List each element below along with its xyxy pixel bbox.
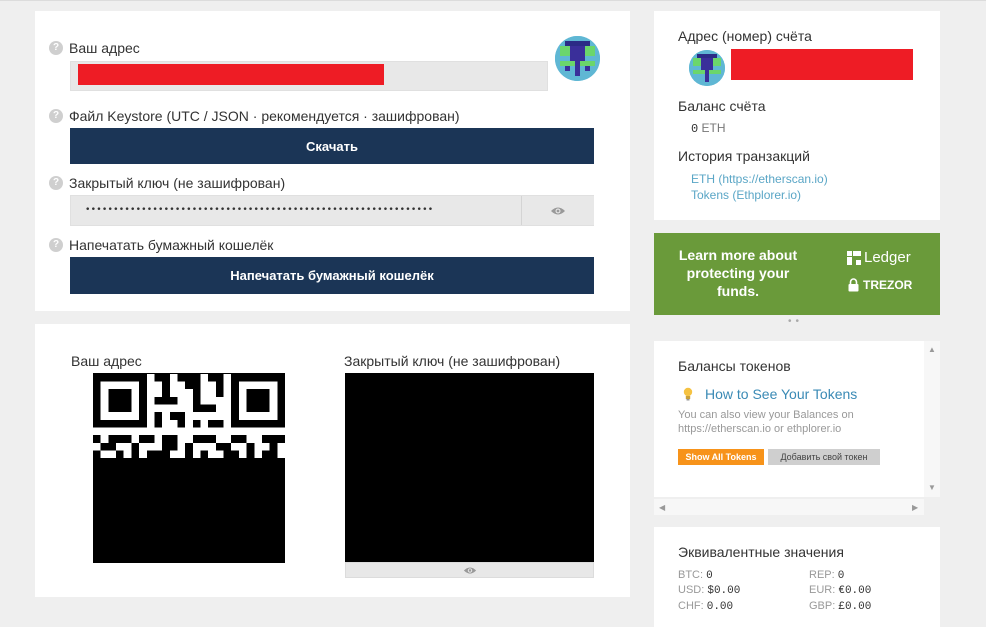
history-tokens-link[interactable]: Tokens (Ethplorer.io) [691, 188, 801, 202]
balance-value-row: 0 ETH [691, 121, 726, 136]
equiv-row-2-right: EUR: €0.00 [809, 584, 872, 597]
print-paper-wallet-button[interactable]: Напечатать бумажный кошелёк [70, 257, 594, 294]
scroll-up-arrow[interactable]: ▲ [928, 345, 936, 354]
history-eth-link[interactable]: ETH (https://etherscan.io) [691, 172, 828, 186]
tokens-title: Балансы токенов [678, 358, 791, 374]
balance-title: Баланс счёта [678, 98, 766, 114]
address-row-label: ? Ваш адрес [49, 40, 140, 56]
account-address-redaction [731, 49, 913, 80]
top-border [0, 0, 986, 1]
wallet-info-panel: ? Ваш адрес ? Файл Keystore (UTC / JSON … [35, 11, 630, 311]
qr-private-key-label: Закрытый ключ (не зашифрован) [344, 353, 561, 369]
account-info-panel: Адрес (номер) счёта Баланс счёта 0 ETH И… [654, 11, 940, 220]
eye-icon [551, 207, 565, 214]
address-redaction [78, 64, 384, 85]
balance-unit: ETH [701, 121, 726, 135]
question-icon[interactable]: ? [49, 109, 63, 123]
security-promo-banner[interactable]: Learn more about protecting your funds. … [654, 233, 940, 315]
promo-text: Learn more about protecting your funds. [678, 247, 798, 299]
keystore-row-label: ? Файл Keystore (UTC / JSON · рекомендуе… [49, 108, 460, 124]
equiv-row-3-right: GBP: £0.00 [809, 600, 872, 613]
trezor-text: TREZOR [863, 278, 913, 292]
scroll-down-arrow[interactable]: ▼ [928, 483, 936, 492]
equiv-row-1-left: BTC: 0 [678, 569, 713, 582]
ledger-logo: Ledger [847, 249, 911, 266]
carousel-dots[interactable]: •• [788, 316, 803, 327]
account-identicon [689, 50, 725, 86]
tokens-description: You can also view your Balances on https… [678, 409, 854, 435]
add-custom-token-button[interactable]: Добавить свой токен [768, 449, 880, 465]
qr-toggle-visibility-button[interactable] [345, 562, 594, 578]
equivalent-values-panel: Эквивалентные значения BTC: 0 REP: 0 USD… [654, 527, 940, 627]
private-key-label: Закрытый ключ (не зашифрован) [69, 175, 286, 191]
balance-amount: 0 [691, 122, 699, 136]
question-icon[interactable]: ? [49, 41, 63, 55]
how-to-tokens-link[interactable]: How to See Your Tokens [705, 386, 857, 402]
account-address-title: Адрес (номер) счёта [678, 28, 812, 44]
keystore-label: Файл Keystore (UTC / JSON · рекомендуетс… [69, 108, 460, 124]
toggle-visibility-button[interactable] [521, 196, 594, 225]
download-button[interactable]: Скачать [70, 128, 594, 164]
qr-codes-panel: Ваш адрес Закрытый ключ (не зашифрован) [35, 324, 630, 597]
private-key-qr-code [345, 373, 594, 562]
lightbulb-icon [683, 387, 693, 401]
scroll-right-arrow[interactable]: ▶ [912, 503, 918, 512]
eye-icon [463, 566, 476, 574]
show-all-tokens-button[interactable]: Show All Tokens [678, 449, 764, 465]
trezor-logo: TREZOR [848, 278, 912, 292]
tokens-horizontal-scrollbar[interactable]: ◀ ▶ [654, 499, 924, 515]
qr-address-label: Ваш адрес [71, 353, 142, 369]
print-label: Напечатать бумажный кошелёк [69, 237, 274, 253]
address-qr-code [93, 373, 285, 563]
equiv-row-2-left: USD: $0.00 [678, 584, 741, 597]
question-icon[interactable]: ? [49, 176, 63, 190]
ledger-text: Ledger [864, 249, 911, 266]
identicon-avatar [555, 36, 600, 81]
history-title: История транзакций [678, 148, 810, 164]
private-key-row-label: ? Закрытый ключ (не зашифрован) [49, 175, 285, 191]
equiv-row-1-right: REP: 0 [809, 569, 845, 582]
address-label: Ваш адрес [69, 40, 140, 56]
lock-icon [848, 278, 859, 292]
question-icon[interactable]: ? [49, 238, 63, 252]
token-balances-panel: Балансы токенов How to See Your Tokens Y… [654, 341, 924, 497]
equiv-title: Эквивалентные значения [678, 544, 844, 560]
print-row-label: ? Напечатать бумажный кошелёк [49, 237, 273, 253]
tokens-vertical-scrollbar[interactable]: ▲ ▼ [924, 341, 940, 497]
equiv-row-3-left: CHF: 0.00 [678, 600, 734, 613]
ledger-icon [847, 250, 861, 265]
scroll-left-arrow[interactable]: ◀ [659, 503, 665, 512]
private-key-masked: ••••••••••••••••••••••••••••••••••••••••… [85, 205, 434, 215]
how-to-tokens-row[interactable]: How to See Your Tokens [682, 386, 857, 402]
